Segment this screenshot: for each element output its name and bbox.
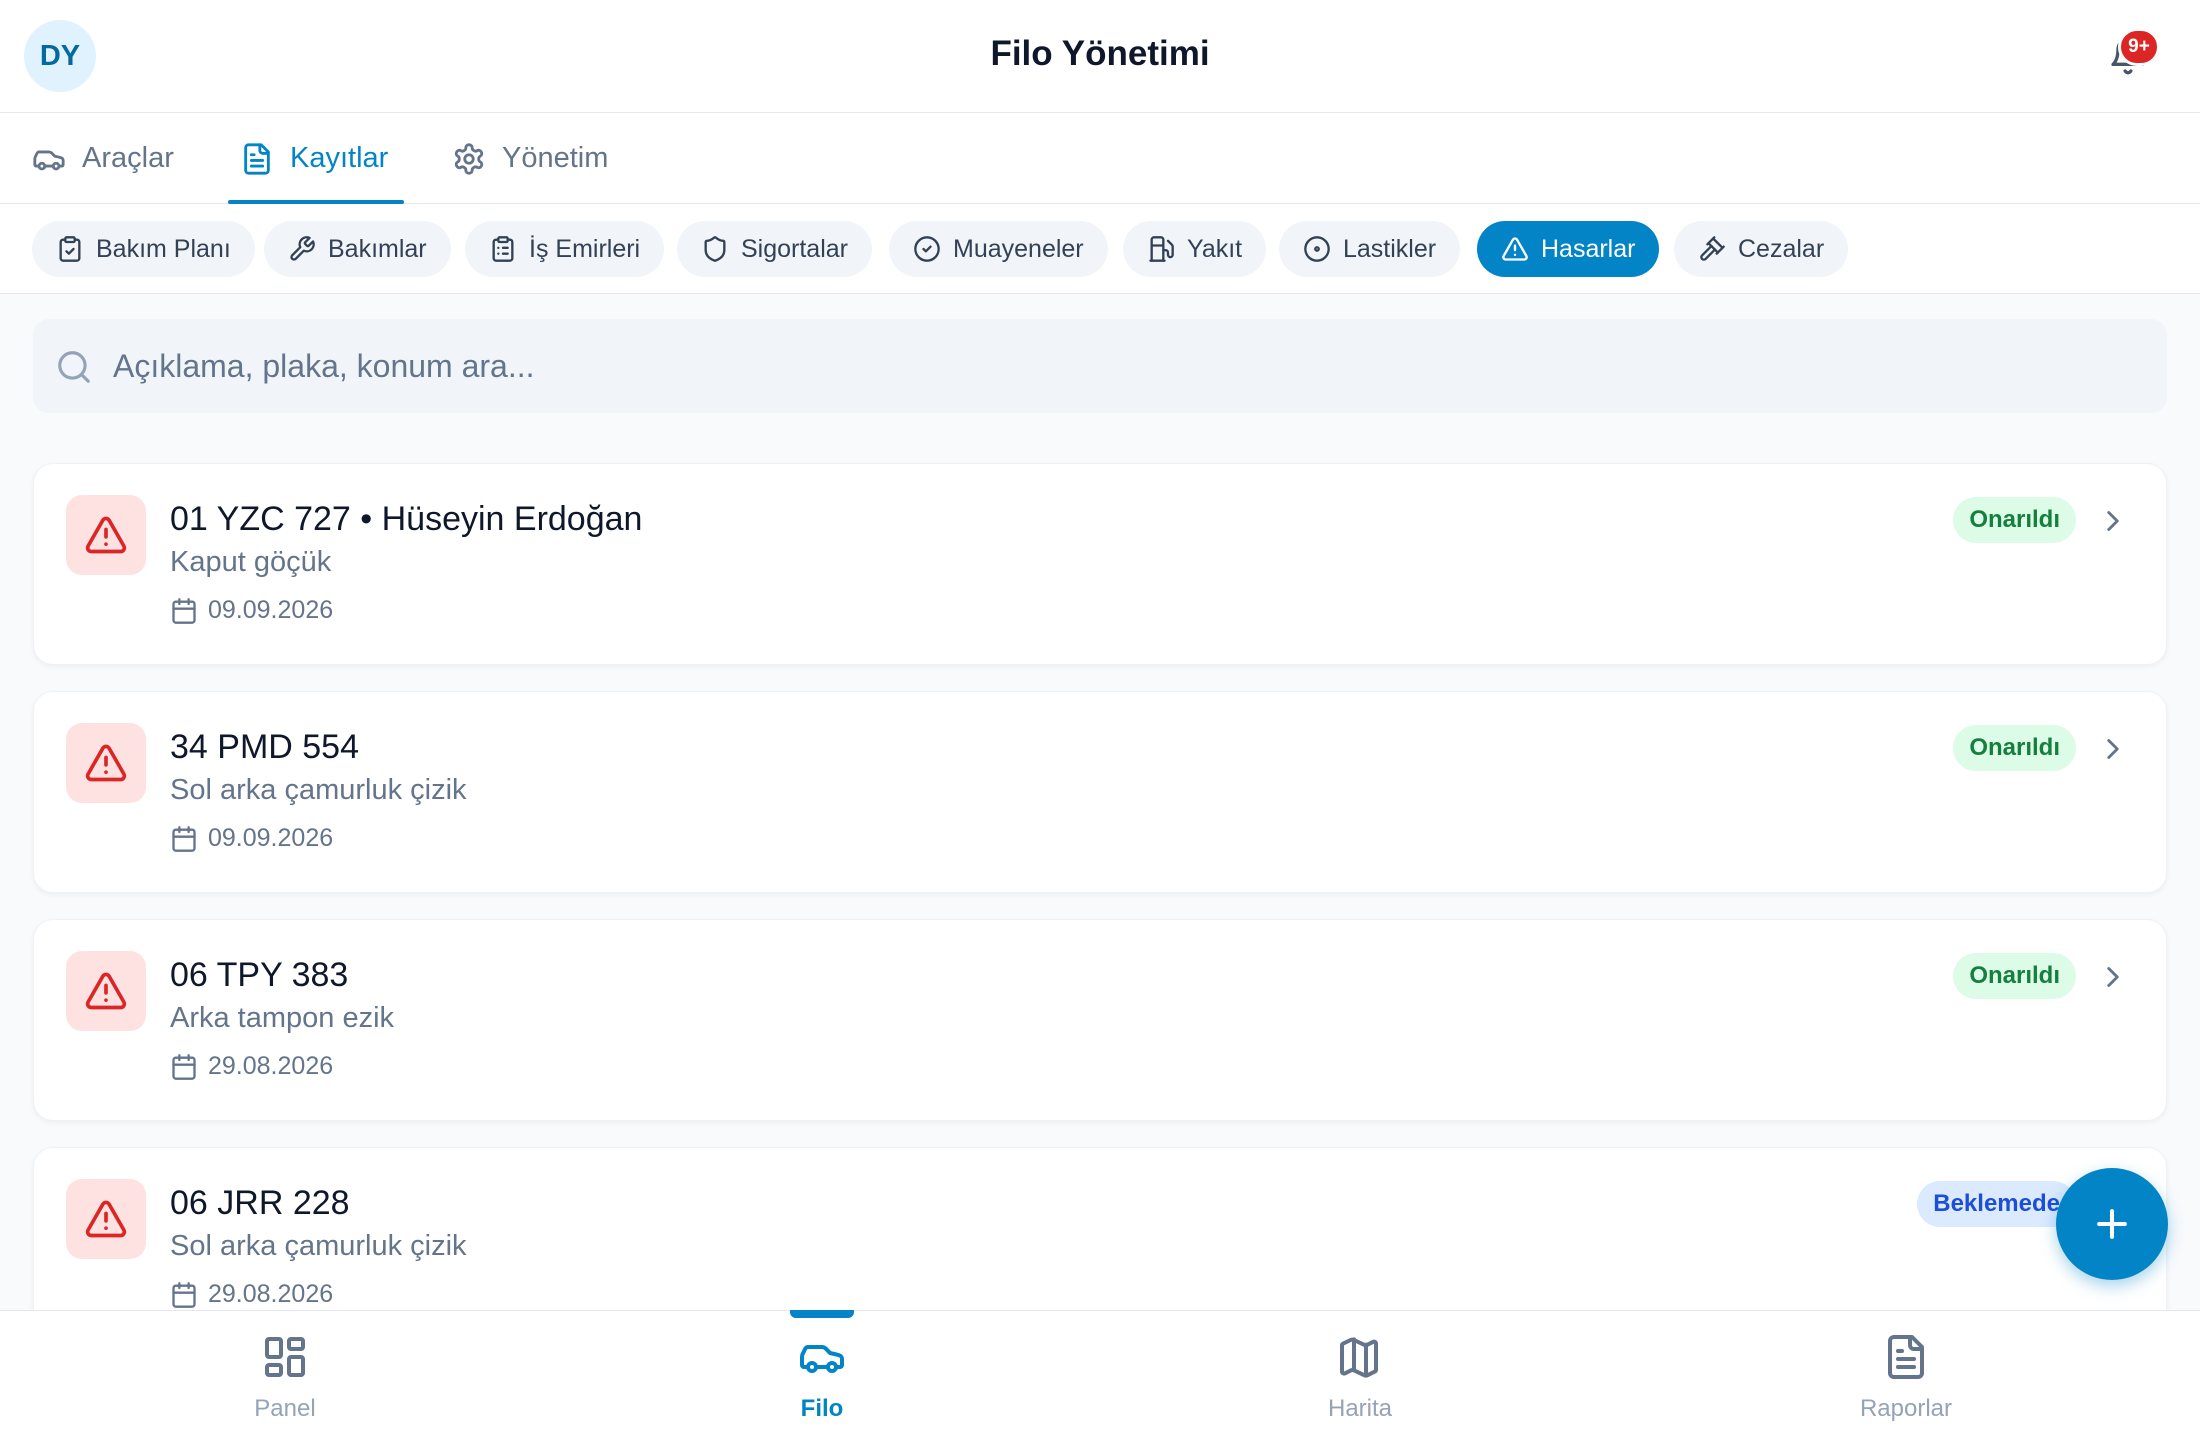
chip-bakim-plani[interactable]: Bakım Planı bbox=[32, 221, 255, 277]
record-date-text: 09.09.2026 bbox=[208, 596, 334, 624]
calendar-icon bbox=[172, 825, 196, 852]
record-description: Sol arka çamurluk çizik bbox=[170, 1230, 467, 1262]
active-nav-indicator bbox=[790, 1310, 854, 1318]
wrench-icon bbox=[290, 236, 315, 261]
fuel-icon bbox=[1149, 236, 1174, 262]
nav-item-panel[interactable]: Panel bbox=[185, 1311, 385, 1440]
chip-yakit[interactable]: Yakıt bbox=[1123, 221, 1267, 277]
category-chips: Bakım Planı Bakımlar İş Emirleri Sigorta… bbox=[0, 204, 2200, 294]
chip-is-emirleri[interactable]: İş Emirleri bbox=[465, 221, 665, 277]
damage-record-card[interactable]: 01 YZC 727 • Hüseyin Erdoğan Kaput göçük… bbox=[33, 463, 2167, 665]
record-title: 06 TPY 383 bbox=[170, 956, 349, 994]
gear-icon bbox=[454, 142, 484, 175]
chip-hasarlar[interactable]: Hasarlar bbox=[1477, 221, 1660, 277]
plus-icon bbox=[2097, 1209, 2127, 1239]
status-badge: Onarıldı bbox=[1953, 725, 2076, 771]
search-icon bbox=[58, 351, 90, 383]
record-description: Sol arka çamurluk çizik bbox=[170, 774, 467, 806]
chip-label: Bakım Planı bbox=[96, 234, 231, 263]
record-title: 01 YZC 727 • Hüseyin Erdoğan bbox=[170, 500, 643, 538]
damage-warning-icon bbox=[66, 951, 146, 1031]
record-title: 34 PMD 554 bbox=[170, 728, 359, 766]
records-list-area[interactable]: 01 YZC 727 • Hüseyin Erdoğan Kaput göçük… bbox=[0, 294, 2200, 1310]
search-input[interactable] bbox=[113, 339, 2143, 393]
chip-label: Yakıt bbox=[1187, 234, 1243, 263]
status-badge: Beklemede bbox=[1917, 1181, 2076, 1227]
tab-label: Araçlar bbox=[82, 142, 174, 174]
record-description: Kaput göçük bbox=[170, 546, 332, 578]
tab-label: Yönetim bbox=[502, 142, 609, 174]
damage-record-card[interactable]: 06 JRR 228 Sol arka çamurluk çizik 29.08… bbox=[33, 1147, 2167, 1310]
tab-yonetim[interactable]: Yönetim bbox=[452, 113, 608, 204]
report-icon bbox=[1888, 1335, 1924, 1379]
nav-label: Filo bbox=[800, 1395, 844, 1422]
search-bar bbox=[33, 319, 2167, 413]
gavel-icon bbox=[1700, 236, 1725, 261]
shield-icon bbox=[704, 236, 726, 262]
tab-label: Kayıtlar bbox=[290, 142, 389, 174]
map-icon bbox=[1340, 1337, 1378, 1378]
bottom-navigation: Panel Filo Harita Raporlar bbox=[0, 1310, 2200, 1440]
app-root: DY Filo Yönetimi 9+ Araçlar Kayıtlar Yön… bbox=[0, 0, 2200, 1440]
chip-sigortalar[interactable]: Sigortalar bbox=[677, 221, 872, 277]
damage-record-card[interactable]: 34 PMD 554 Sol arka çamurluk çizik 09.09… bbox=[33, 691, 2167, 893]
record-date: 29.08.2026 bbox=[170, 1280, 333, 1309]
damage-warning-icon bbox=[66, 495, 146, 575]
status-badge: Onarıldı bbox=[1953, 953, 2076, 999]
record-date-text: 09.09.2026 bbox=[208, 824, 334, 852]
record-description: Arka tampon ezik bbox=[170, 1002, 395, 1034]
chip-label: Lastikler bbox=[1343, 234, 1437, 263]
chevron-right-icon bbox=[2107, 511, 2119, 531]
page-title: Filo Yönetimi bbox=[990, 34, 1210, 73]
chevron-right-icon bbox=[2107, 967, 2119, 987]
tire-icon bbox=[1304, 236, 1330, 262]
chip-lastikler[interactable]: Lastikler bbox=[1279, 221, 1461, 277]
tab-araclar[interactable]: Araçlar bbox=[32, 113, 174, 204]
record-date: 29.08.2026 bbox=[170, 1052, 333, 1081]
clipboard-check-icon bbox=[59, 236, 81, 262]
chip-label: Bakımlar bbox=[328, 234, 427, 263]
nav-item-harita[interactable]: Harita bbox=[1260, 1311, 1460, 1440]
grid-icon bbox=[265, 1337, 305, 1377]
clipboard-list-icon bbox=[492, 236, 514, 262]
chip-label: Sigortalar bbox=[741, 234, 848, 263]
notification-count-badge: 9+ bbox=[2118, 28, 2160, 66]
chip-cezalar[interactable]: Cezalar bbox=[1674, 221, 1849, 277]
calendar-icon bbox=[172, 1053, 196, 1080]
record-date: 09.09.2026 bbox=[170, 596, 333, 625]
nav-label: Raporlar bbox=[1859, 1395, 1953, 1422]
section-tabs: Araçlar Kayıtlar Yönetim bbox=[0, 113, 2200, 204]
document-icon bbox=[244, 142, 270, 175]
record-date-text: 29.08.2026 bbox=[208, 1280, 334, 1308]
chip-label: Muayeneler bbox=[953, 234, 1084, 263]
record-title: 06 JRR 228 bbox=[170, 1184, 350, 1222]
chip-label: Hasarlar bbox=[1541, 234, 1636, 263]
top-bar: DY Filo Yönetimi 9+ bbox=[0, 0, 2200, 113]
nav-label: Panel bbox=[254, 1395, 316, 1422]
chevron-right-icon bbox=[2107, 739, 2119, 759]
nav-item-filo[interactable]: Filo bbox=[722, 1310, 922, 1440]
chip-label: Cezalar bbox=[1738, 234, 1825, 263]
nav-item-raporlar[interactable]: Raporlar bbox=[1806, 1311, 2006, 1440]
chip-bakimlar[interactable]: Bakımlar bbox=[264, 221, 451, 277]
calendar-icon bbox=[172, 597, 196, 624]
chip-muayeneler[interactable]: Muayeneler bbox=[889, 221, 1108, 277]
status-badge: Onarıldı bbox=[1953, 497, 2076, 543]
record-date: 09.09.2026 bbox=[170, 824, 333, 853]
check-circle-icon bbox=[914, 236, 940, 262]
nav-label: Harita bbox=[1327, 1395, 1393, 1422]
warning-icon bbox=[1502, 237, 1528, 261]
damage-warning-icon bbox=[66, 723, 146, 803]
tab-kayitlar[interactable]: Kayıtlar bbox=[227, 113, 405, 204]
chip-label: İş Emirleri bbox=[529, 234, 641, 263]
record-date-text: 29.08.2026 bbox=[208, 1052, 334, 1080]
calendar-icon bbox=[172, 1281, 196, 1308]
add-record-button[interactable] bbox=[2056, 1168, 2168, 1280]
car-icon bbox=[33, 150, 65, 170]
damage-warning-icon bbox=[66, 1179, 146, 1259]
damage-record-card[interactable]: 06 TPY 383 Arka tampon ezik 29.08.2026 O… bbox=[33, 919, 2167, 1121]
car-icon bbox=[800, 1345, 844, 1373]
